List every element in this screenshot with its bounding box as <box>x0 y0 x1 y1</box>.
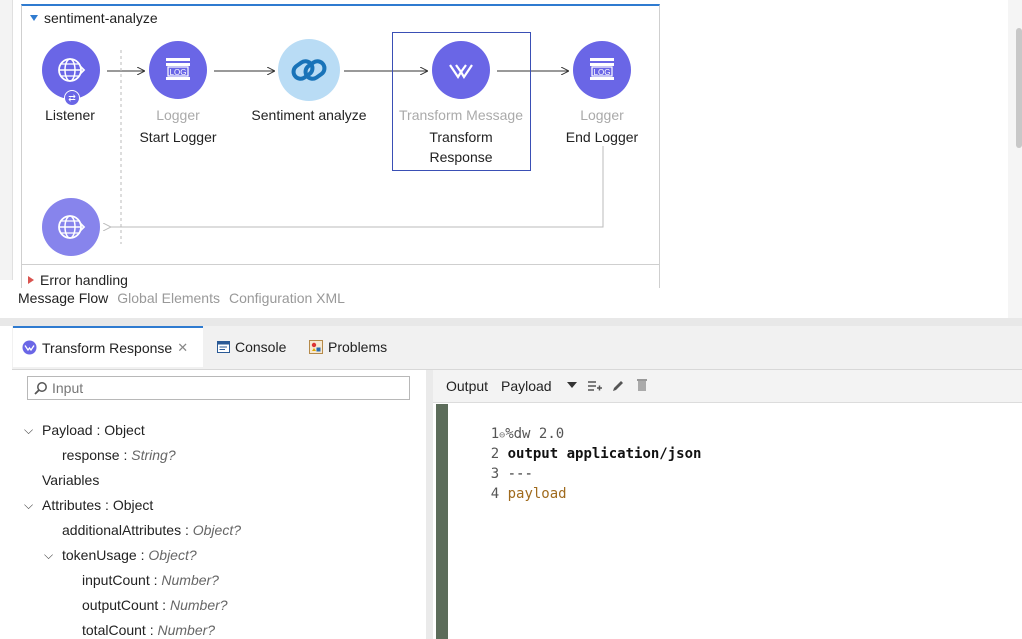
flow-canvas: sentiment-analyze ⇄ Listener LOG Logger … <box>21 4 660 288</box>
line-number: 4 <box>490 486 500 502</box>
tab-message-flow[interactable]: Message Flow <box>18 290 108 306</box>
output-target-select[interactable]: Payload <box>501 378 552 394</box>
error-handling-label: Error handling <box>40 272 128 288</box>
tree-item-name: response <box>62 447 120 463</box>
close-icon[interactable]: ✕ <box>177 340 188 356</box>
panel-divider <box>0 318 1022 326</box>
output-label: Output <box>446 378 489 394</box>
tab-label: Problems <box>328 339 388 355</box>
chevron-down-icon[interactable]: ⌵ <box>24 421 34 439</box>
tree-item-type: String? <box>131 447 176 463</box>
tree-item-input-count[interactable]: inputCount : Number? <box>82 571 219 589</box>
globe-icon <box>58 58 86 82</box>
tab-transform-response[interactable]: Transform Response ✕ <box>13 326 203 367</box>
tree-item-name: Attributes <box>42 497 102 513</box>
code-text: output application/json <box>507 446 702 462</box>
left-strip <box>0 0 13 280</box>
tree-item-type: Object? <box>148 547 197 563</box>
dropdown-icon[interactable] <box>567 382 577 388</box>
tree-item-type: Number? <box>157 622 216 638</box>
code-line-4[interactable]: 4 payload <box>457 464 567 524</box>
tree-item-payload[interactable]: ⌵ Payload : Object <box>24 421 145 439</box>
output-panel: Output Payload 1⊖%dw 2.0 2 output applic… <box>433 370 1022 639</box>
start-logger-label: Start Logger <box>139 129 217 145</box>
logger-icon: LOG <box>590 58 614 80</box>
tree-item-type: Number? <box>169 597 228 613</box>
logger-icon: LOG <box>166 58 190 80</box>
tree-item-additional-attributes[interactable]: additionalAttributes : Object? <box>62 521 241 539</box>
tree-item-name: outputCount <box>82 597 159 613</box>
chain-link-icon <box>291 59 327 81</box>
input-search-field[interactable]: Input <box>27 376 410 400</box>
tree-item-type: Object <box>104 422 145 438</box>
sync-badge-icon: ⇄ <box>64 90 80 106</box>
listener-response-node[interactable] <box>42 198 100 256</box>
panel-splitter[interactable] <box>426 370 433 639</box>
editor-gutter <box>436 404 448 639</box>
problems-icon <box>309 340 323 354</box>
tree-item-attributes[interactable]: ⌵ Attributes : Object <box>24 496 153 514</box>
tab-label: Transform Response <box>42 339 173 356</box>
search-placeholder: Input <box>52 380 84 396</box>
tree-item-name: tokenUsage <box>62 547 137 563</box>
globe-icon <box>58 215 86 239</box>
tree-item-total-count[interactable]: totalCount : Number? <box>82 621 215 639</box>
panel-tabs: Transform Response ✕ Console Problems <box>12 326 1022 370</box>
tree-item-output-count[interactable]: outputCount : Number? <box>82 596 228 614</box>
tree-item-token-usage[interactable]: ⌵ tokenUsage : Object? <box>44 546 197 564</box>
tab-configuration-xml[interactable]: Configuration XML <box>229 290 345 306</box>
tree-item-name: inputCount <box>82 572 150 588</box>
end-logger-label: End Logger <box>565 129 639 145</box>
tab-console[interactable]: Console <box>217 326 286 368</box>
add-target-icon[interactable] <box>587 379 603 393</box>
tree-item-response[interactable]: response : String? <box>62 446 176 464</box>
tree-item-name: additionalAttributes <box>62 522 182 538</box>
end-logger-type: Logger <box>580 107 624 123</box>
expand-icon[interactable] <box>28 276 34 284</box>
tree-item-type: Object? <box>192 522 241 538</box>
transform-response-node[interactable] <box>432 41 490 99</box>
transform-label: Transform Response <box>429 129 493 165</box>
right-scrollbar-thumb[interactable] <box>1016 28 1022 148</box>
chevron-down-icon[interactable]: ⌵ <box>24 496 34 514</box>
tree-item-name: totalCount <box>82 622 146 638</box>
trash-icon[interactable] <box>636 378 648 392</box>
canvas-tabs: Message Flow Global Elements Configurati… <box>18 290 345 306</box>
tab-label: Console <box>235 339 287 355</box>
error-separator <box>22 264 659 265</box>
input-panel: Input ⌵ Payload : Object response : Stri… <box>12 370 427 639</box>
start-logger-type: Logger <box>156 107 200 123</box>
chevron-down-icon[interactable]: ⌵ <box>44 546 54 564</box>
tab-global-elements[interactable]: Global Elements <box>117 290 220 306</box>
tree-item-variables[interactable]: Variables <box>42 471 99 489</box>
transform-type: Transform Message <box>399 107 523 123</box>
tree-item-name: Payload <box>42 422 93 438</box>
end-logger-node[interactable]: LOG <box>573 41 631 99</box>
tree-item-type: Object <box>112 497 154 513</box>
start-logger-node[interactable]: LOG <box>149 41 207 99</box>
svg-text:LOG: LOG <box>594 68 611 77</box>
tree-item-type: Number? <box>161 572 219 588</box>
svg-text:LOG: LOG <box>170 68 187 77</box>
transform-icon <box>449 64 473 80</box>
error-handling-header[interactable]: Error handling <box>28 272 128 288</box>
tab-problems[interactable]: Problems <box>309 326 387 368</box>
transform-icon <box>22 340 37 355</box>
sentiment-analyze-node[interactable] <box>278 39 340 101</box>
output-toolbar: Output Payload <box>433 370 1022 403</box>
edit-pencil-icon[interactable] <box>611 379 625 393</box>
console-icon <box>217 340 230 353</box>
search-icon <box>34 382 47 395</box>
code-text: payload <box>507 486 567 502</box>
sentiment-analyze-label: Sentiment analyze <box>251 107 367 123</box>
